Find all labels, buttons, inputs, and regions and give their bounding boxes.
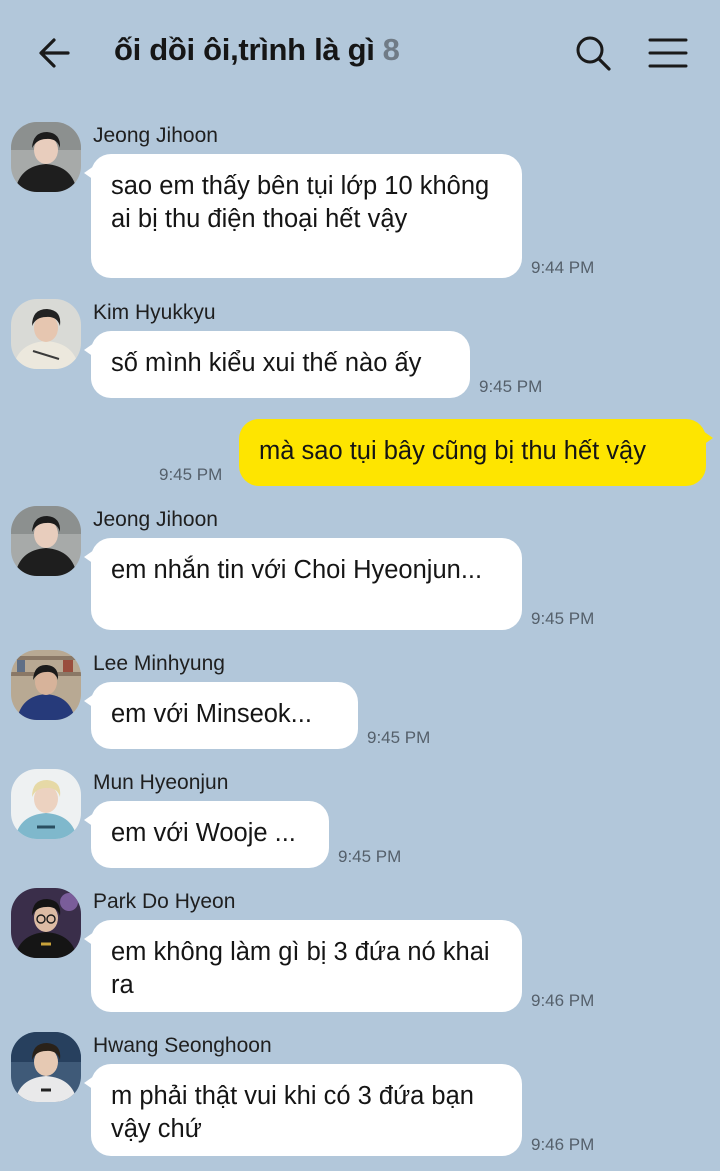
chat-title-text: ối dồi ôi,trình là gì <box>114 32 375 67</box>
message-bubble[interactable]: em nhắn tin với Choi Hyeonjun... <box>84 538 522 630</box>
sender-name: Jeong Jihoon <box>93 124 218 147</box>
message-time: 9:45 PM <box>367 728 431 747</box>
back-arrow-icon <box>39 38 70 68</box>
message-time: 9:45 PM <box>159 465 223 484</box>
sender-name: Kim Hyukkyu <box>93 301 216 324</box>
message-bubble[interactable]: sao em thấy bên tụi lớp 10 không ai bị t… <box>84 154 522 278</box>
message-time: 9:45 PM <box>479 377 543 396</box>
message-time: 9:45 PM <box>531 609 595 628</box>
message-bubble[interactable]: em không làm gì bị 3 đứa nó khai ra <box>84 920 522 1012</box>
menu-button[interactable] <box>646 32 690 74</box>
avatar-jeong-jihoon[interactable] <box>11 506 81 576</box>
outgoing-message-bubble[interactable]: mà sao tụi bây cũng bị thu hết vậy <box>239 419 713 486</box>
avatar-kim-hyukkyu[interactable] <box>11 299 81 369</box>
member-count: 8 <box>382 32 400 67</box>
sender-name: Lee Minhyung <box>93 652 225 675</box>
message-time: 9:46 PM <box>531 1135 595 1154</box>
message-bubble[interactable]: số mình kiểu xui thế nào ấy <box>84 331 470 398</box>
avatar-hwang-seonghoon[interactable] <box>11 1032 81 1102</box>
sender-name: Mun Hyeonjun <box>93 771 229 794</box>
search-icon <box>576 36 611 71</box>
message-time: 9:46 PM <box>531 991 595 1010</box>
sender-name: Park Do Hyeon <box>93 890 236 913</box>
message-bubble[interactable]: em với Wooje ... <box>84 801 329 868</box>
message-time: 9:44 PM <box>531 258 595 277</box>
search-button[interactable] <box>572 32 614 74</box>
message-time: 9:45 PM <box>338 847 402 866</box>
sender-name: Jeong Jihoon <box>93 508 218 531</box>
avatar-lee-minhyung[interactable] <box>11 650 81 720</box>
message-bubble[interactable]: em với Minseok... <box>84 682 358 749</box>
chat-title: ối dồi ôi,trình là gì 8 <box>114 32 400 68</box>
avatar-jeong-jihoon[interactable] <box>11 122 81 192</box>
message-bubble[interactable]: m phải thật vui khi có 3 đứa bạn vậy chứ <box>84 1064 522 1156</box>
back-button[interactable] <box>34 32 76 74</box>
chat-header: ối dồi ôi,trình là gì 8 <box>0 0 720 108</box>
sender-name: Hwang Seonghoon <box>93 1034 272 1057</box>
avatar-mun-hyeonjun[interactable] <box>11 769 81 839</box>
avatar-park-do-hyeon[interactable] <box>11 888 81 958</box>
hamburger-menu-icon <box>648 38 688 68</box>
